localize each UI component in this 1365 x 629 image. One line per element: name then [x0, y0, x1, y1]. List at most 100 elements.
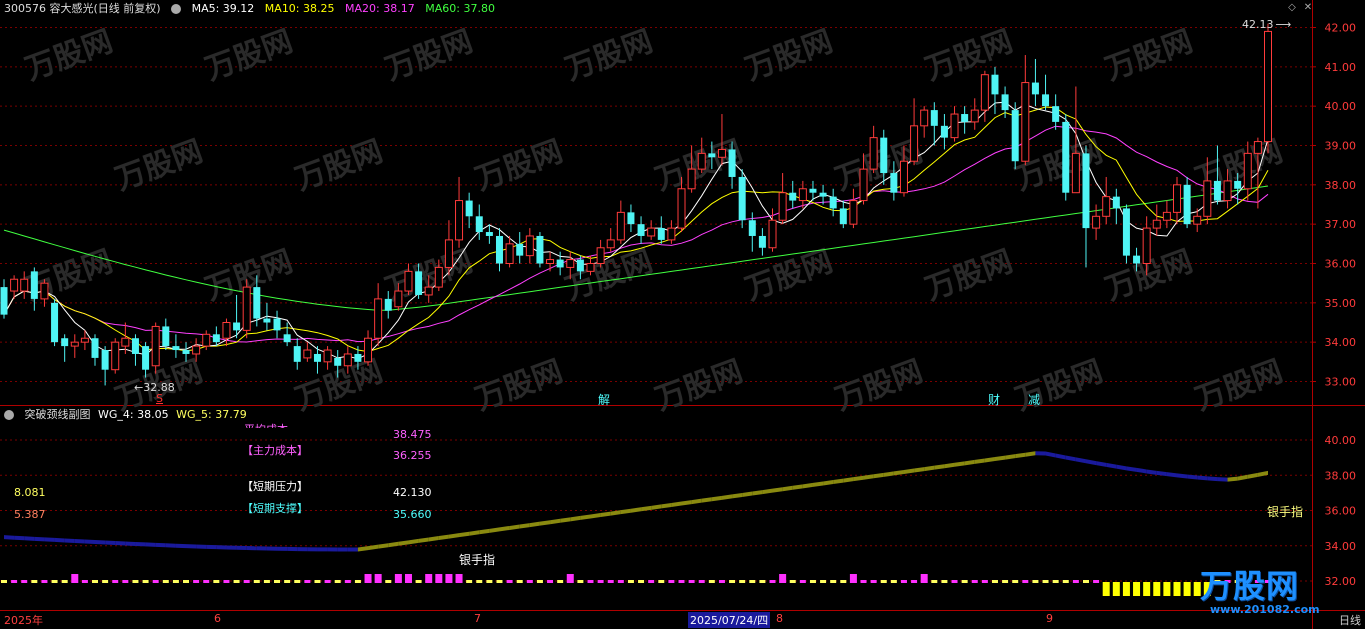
- cost-ribbon-segment: [14, 535, 25, 541]
- signal-bar: [880, 580, 887, 583]
- settings-icon[interactable]: [171, 4, 182, 14]
- cost-ribbon-segment: [398, 540, 409, 546]
- signal-bar: [1183, 582, 1191, 596]
- cost-ribbon-segment: [1045, 451, 1056, 458]
- signal-bar: [920, 574, 928, 583]
- cost-ribbon-segment: [550, 518, 561, 525]
- cost-ribbon-segment: [1207, 476, 1218, 482]
- cost-ribbon-segment: [266, 546, 278, 551]
- cost-ribbon-segment: [519, 523, 530, 529]
- signal-bar: [749, 580, 756, 583]
- signal-bar: [404, 574, 412, 583]
- signal-bar: [142, 580, 149, 583]
- restore-icon[interactable]: ◇: [1286, 2, 1298, 14]
- cost-ribbon-segment: [1227, 476, 1238, 482]
- signal-bar: [415, 580, 422, 583]
- signal-bar: [1002, 580, 1009, 583]
- candle-body-down: [485, 232, 493, 236]
- signal-bar: [739, 580, 746, 583]
- cost-ribbon-segment: [661, 502, 672, 509]
- signal-bar: [324, 580, 331, 583]
- candle-body-up: [1253, 141, 1262, 154]
- candle-body-up: [303, 349, 312, 359]
- candle-body-down: [1122, 208, 1130, 256]
- high-price-label: 42.13 ⟶: [1242, 18, 1292, 31]
- candle-body-up: [455, 200, 464, 241]
- signal-bar: [981, 580, 988, 583]
- sub-settings-icon[interactable]: [4, 410, 14, 420]
- candle-body-up: [1092, 215, 1101, 229]
- signal-bar: [516, 580, 523, 583]
- watermark-text: 万股网: [561, 24, 658, 88]
- candle-body-up: [1203, 180, 1212, 217]
- cost-ribbon-segment: [1015, 452, 1026, 459]
- signal-bar: [1173, 582, 1181, 596]
- cost-ribbon-segment: [216, 545, 227, 550]
- candle-body-down: [839, 208, 847, 225]
- cost-ribbon-segment: [924, 465, 935, 472]
- candle-body-down: [961, 114, 969, 122]
- cost-ribbon-segment: [287, 546, 298, 552]
- candle-body-up: [323, 349, 332, 363]
- sell-marker: S: [156, 392, 163, 405]
- stock-chart[interactable]: 万股网 万股网 万股网 万股网 万股网 万股网 万股网万股网 万股网 万股网 万股网 万股网 万股网万…: [0, 0, 1365, 629]
- candle-body-up: [717, 148, 726, 158]
- candle-body-down: [30, 271, 38, 299]
- cost-ribbon-segment: [1035, 451, 1046, 456]
- candle-body-down: [212, 334, 220, 343]
- signal-bar: [1012, 580, 1019, 583]
- signal-bar: [31, 580, 38, 583]
- cost-ribbon-segment: [489, 527, 500, 533]
- cost-ribbon-segment: [155, 542, 166, 548]
- signal-bar: [860, 580, 867, 583]
- cost-ribbon-segment: [792, 484, 803, 490]
- candle-body-down: [142, 346, 150, 370]
- cost-ribbon-segment: [206, 544, 217, 550]
- candle-body-up: [869, 137, 878, 170]
- cost-ribbon-segment: [115, 541, 126, 546]
- candle-body-up: [121, 337, 130, 347]
- cost-ribbon-segment: [812, 481, 824, 487]
- candle-body-down: [637, 224, 645, 236]
- candle-body-up: [1172, 184, 1181, 213]
- cost-ribbon-segment: [256, 546, 267, 551]
- watermark-text: 万股网: [741, 244, 838, 308]
- candle-body-down: [1001, 94, 1009, 111]
- signal-bar: [506, 580, 513, 583]
- candle-body-down: [1183, 184, 1191, 225]
- candle-body-down: [91, 338, 99, 358]
- candle-body-up: [768, 219, 777, 249]
- price-axis-label: 36.00: [1325, 258, 1357, 271]
- cost-ribbon-segment: [125, 541, 136, 546]
- signal-bar: [394, 574, 402, 583]
- cost-ribbon-segment: [1217, 477, 1228, 482]
- candle-body-up: [222, 322, 231, 339]
- signal-bar: [233, 580, 240, 583]
- candle-body-down: [576, 259, 584, 272]
- period-label[interactable]: 日线: [1339, 612, 1361, 628]
- signal-bar: [951, 580, 958, 583]
- candle-body-up: [950, 113, 959, 139]
- candle-body-down: [495, 235, 503, 264]
- signal-bar: [971, 580, 978, 583]
- wg5-label: WG_5: 37.79: [176, 408, 247, 421]
- cost-ribbon-segment: [317, 547, 328, 552]
- candle-body-down: [182, 350, 190, 354]
- date-axis: 2025年 6 7 2025/07/24/四 8 9 日线: [0, 611, 1365, 629]
- cost-ribbon-segment: [307, 547, 318, 552]
- price-axis-label: 38.00: [1325, 179, 1357, 192]
- close-icon[interactable]: ✕: [1302, 2, 1314, 14]
- watermark-text: 万股网: [381, 24, 478, 88]
- jie-marker: 解: [598, 393, 611, 407]
- cost-ribbon-segment: [721, 494, 733, 500]
- cost-ribbon-segment: [974, 458, 985, 464]
- candle-body-down: [61, 338, 69, 347]
- cost-ribbon-segment: [246, 546, 257, 551]
- date-label-9: 9: [1046, 612, 1053, 625]
- cost-ribbon-segment: [994, 455, 1006, 462]
- signal-bar: [223, 580, 230, 583]
- ma60-label: MA60: 37.80: [425, 2, 495, 15]
- candle-body-down: [334, 357, 342, 366]
- watermark-text: 万股网: [471, 134, 568, 198]
- cost-ribbon-segment: [74, 538, 85, 544]
